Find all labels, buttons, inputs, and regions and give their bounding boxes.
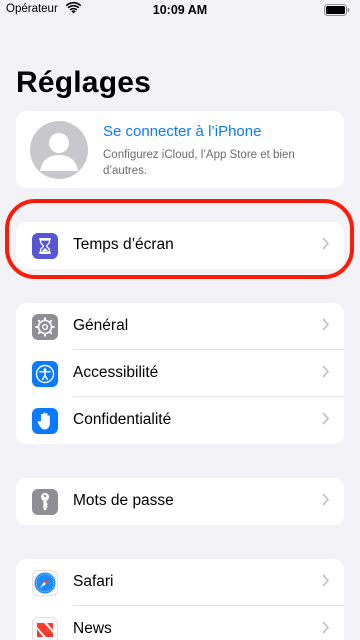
chevron-right-icon <box>322 574 330 592</box>
settings-row-accessibility[interactable]: Accessibilité <box>16 350 344 397</box>
passwords-group: Mots de passe <box>16 478 344 525</box>
settings-row-safari[interactable]: Safari <box>16 559 344 606</box>
chevron-right-icon <box>322 318 330 336</box>
gear-icon <box>32 314 58 340</box>
apple-id-signin-card[interactable]: Se connecter à l’iPhone Configurez iClou… <box>16 111 344 188</box>
settings-row-passwords[interactable]: Mots de passe <box>16 478 344 525</box>
settings-row-label: Accessibilité <box>73 364 159 381</box>
chevron-right-icon <box>322 621 330 639</box>
signin-title: Se connecter à l’iPhone <box>103 123 262 140</box>
page-title: Réglages <box>16 66 151 99</box>
avatar-placeholder-icon <box>30 121 88 179</box>
compass-icon <box>32 570 58 596</box>
signin-subtitle: Configurez iCloud, l’App Store et bien d… <box>103 149 295 177</box>
apps-group: Safari News <box>16 559 344 640</box>
accessibility-icon <box>32 361 58 387</box>
general-settings-group: Général Accessibilité Confidentialité <box>16 303 344 444</box>
settings-row-label: News <box>73 620 112 637</box>
chevron-right-icon <box>322 365 330 383</box>
chevron-right-icon <box>322 412 330 430</box>
news-icon <box>32 617 58 640</box>
status-bar: Opérateur 10:09 AM <box>0 0 360 22</box>
battery-icon <box>324 4 350 19</box>
settings-row-news[interactable]: News <box>16 606 344 640</box>
highlight-annotation-ring <box>5 199 354 279</box>
settings-row-general[interactable]: Général <box>16 303 344 350</box>
settings-row-privacy[interactable]: Confidentialité <box>16 397 344 444</box>
settings-row-label: Safari <box>73 573 114 590</box>
key-icon <box>32 489 58 515</box>
status-time: 10:09 AM <box>152 3 208 17</box>
settings-row-label: Confidentialité <box>73 411 172 428</box>
hand-icon <box>32 408 58 434</box>
settings-row-label: Mots de passe <box>73 492 174 509</box>
settings-row-label: Général <box>73 317 129 334</box>
chevron-right-icon <box>322 493 330 511</box>
